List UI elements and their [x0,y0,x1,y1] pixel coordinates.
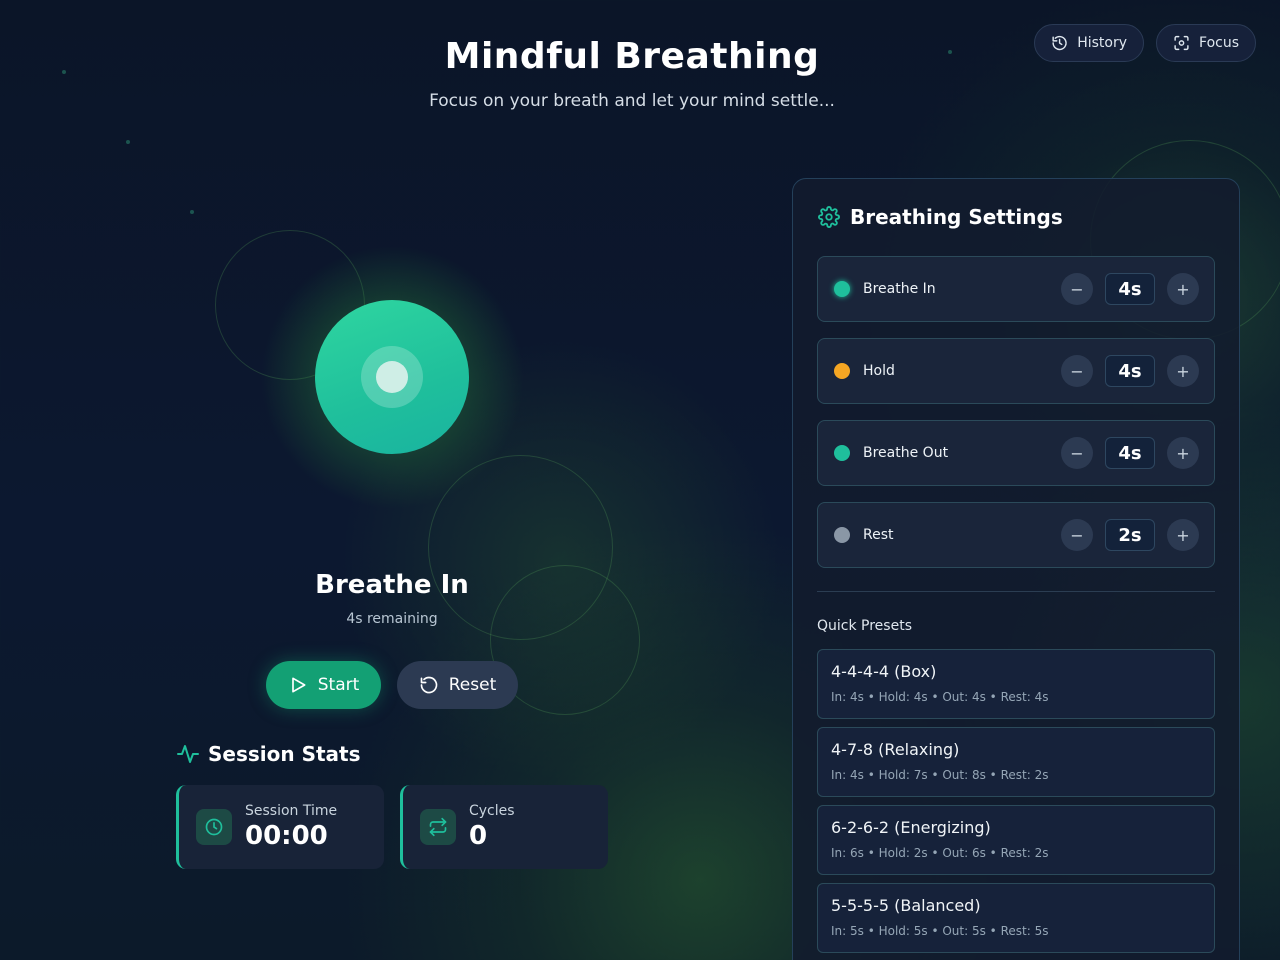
increase-button[interactable]: + [1167,437,1199,469]
preset-detail: In: 5s • Hold: 5s • Out: 5s • Rest: 5s [831,924,1049,938]
cycles-label: Cycles [469,803,515,819]
preset-detail: In: 6s • Hold: 2s • Out: 6s • Rest: 2s [831,846,1049,860]
increase-button[interactable]: + [1167,355,1199,387]
reset-label: Reset [448,675,497,695]
increase-button[interactable]: + [1167,519,1199,551]
preset-detail: In: 4s • Hold: 7s • Out: 8s • Rest: 2s [831,768,1049,782]
preset-energizing[interactable]: 6-2-6-2 (Energizing) In: 6s • Hold: 2s •… [817,805,1215,875]
setting-breathe-in: Breathe In − 4s + [817,256,1215,322]
session-time-label: Session Time [245,803,338,819]
preset-relaxing[interactable]: 4-7-8 (Relaxing) In: 4s • Hold: 7s • Out… [817,727,1215,797]
repeat-icon [429,817,447,837]
increase-button[interactable]: + [1167,273,1199,305]
divider [817,591,1215,592]
time-remaining: 4s remaining [346,611,438,627]
preset-box[interactable]: 4-4-4-4 (Box) In: 4s • Hold: 4s • Out: 4… [817,649,1215,719]
stat-icon-box [420,809,456,845]
play-icon [291,677,306,693]
duration-value: 4s [1105,355,1155,387]
setting-breathe-out: Breathe Out − 4s + [817,420,1215,486]
breathe-in-dot [834,281,850,297]
preset-name: 6-2-6-2 (Energizing) [831,818,991,837]
page-title: Mindful Breathing [444,36,820,77]
gear-icon [818,206,840,228]
breath-phase: Breathe In [315,570,469,600]
setting-rest: Rest − 2s + [817,502,1215,568]
setting-label: Breathe In [863,281,936,297]
settings-header: Breathing Settings [818,205,1063,229]
orb-inner-ring [361,346,423,408]
breathing-settings-panel: Breathing Settings Breathe In − 4s + Hol… [792,178,1240,960]
session-time-card: Session Time 00:00 [176,785,384,869]
setting-label: Rest [863,527,894,543]
session-stats-header: Session Stats [176,742,361,766]
hold-dot [834,363,850,379]
setting-label: Hold [863,363,895,379]
decrease-button[interactable]: − [1061,273,1093,305]
start-label: Start [317,675,360,695]
orb-core [376,361,408,393]
quick-presets-title: Quick Presets [817,618,912,634]
decrease-button[interactable]: − [1061,355,1093,387]
stat-icon-box [196,809,232,845]
duration-value: 2s [1105,519,1155,551]
page-subtitle: Focus on your breath and let your mind s… [429,91,835,111]
settings-title: Breathing Settings [850,205,1063,229]
duration-value: 4s [1105,273,1155,305]
breathing-orb [315,300,469,454]
clock-icon [205,818,223,836]
decrease-button[interactable]: − [1061,437,1093,469]
setting-hold: Hold − 4s + [817,338,1215,404]
preset-name: 4-4-4-4 (Box) [831,662,937,681]
preset-name: 5-5-5-5 (Balanced) [831,896,981,915]
cycles-card: Cycles 0 [400,785,608,869]
preset-detail: In: 4s • Hold: 4s • Out: 4s • Rest: 4s [831,690,1049,704]
decrease-button[interactable]: − [1061,519,1093,551]
cycles-value: 0 [469,821,488,851]
reset-button[interactable]: Reset [397,661,518,709]
bg-particle [126,140,130,144]
bg-particle [190,210,194,214]
session-time-value: 00:00 [245,821,328,851]
activity-icon [177,745,199,763]
rest-dot [834,527,850,543]
preset-name: 4-7-8 (Relaxing) [831,740,960,759]
duration-value: 4s [1105,437,1155,469]
preset-balanced[interactable]: 5-5-5-5 (Balanced) In: 5s • Hold: 5s • O… [817,883,1215,953]
setting-label: Breathe Out [863,445,949,461]
session-stats-title: Session Stats [208,742,361,766]
start-button[interactable]: Start [266,661,381,709]
reset-icon [420,676,438,694]
breathe-out-dot [834,445,850,461]
